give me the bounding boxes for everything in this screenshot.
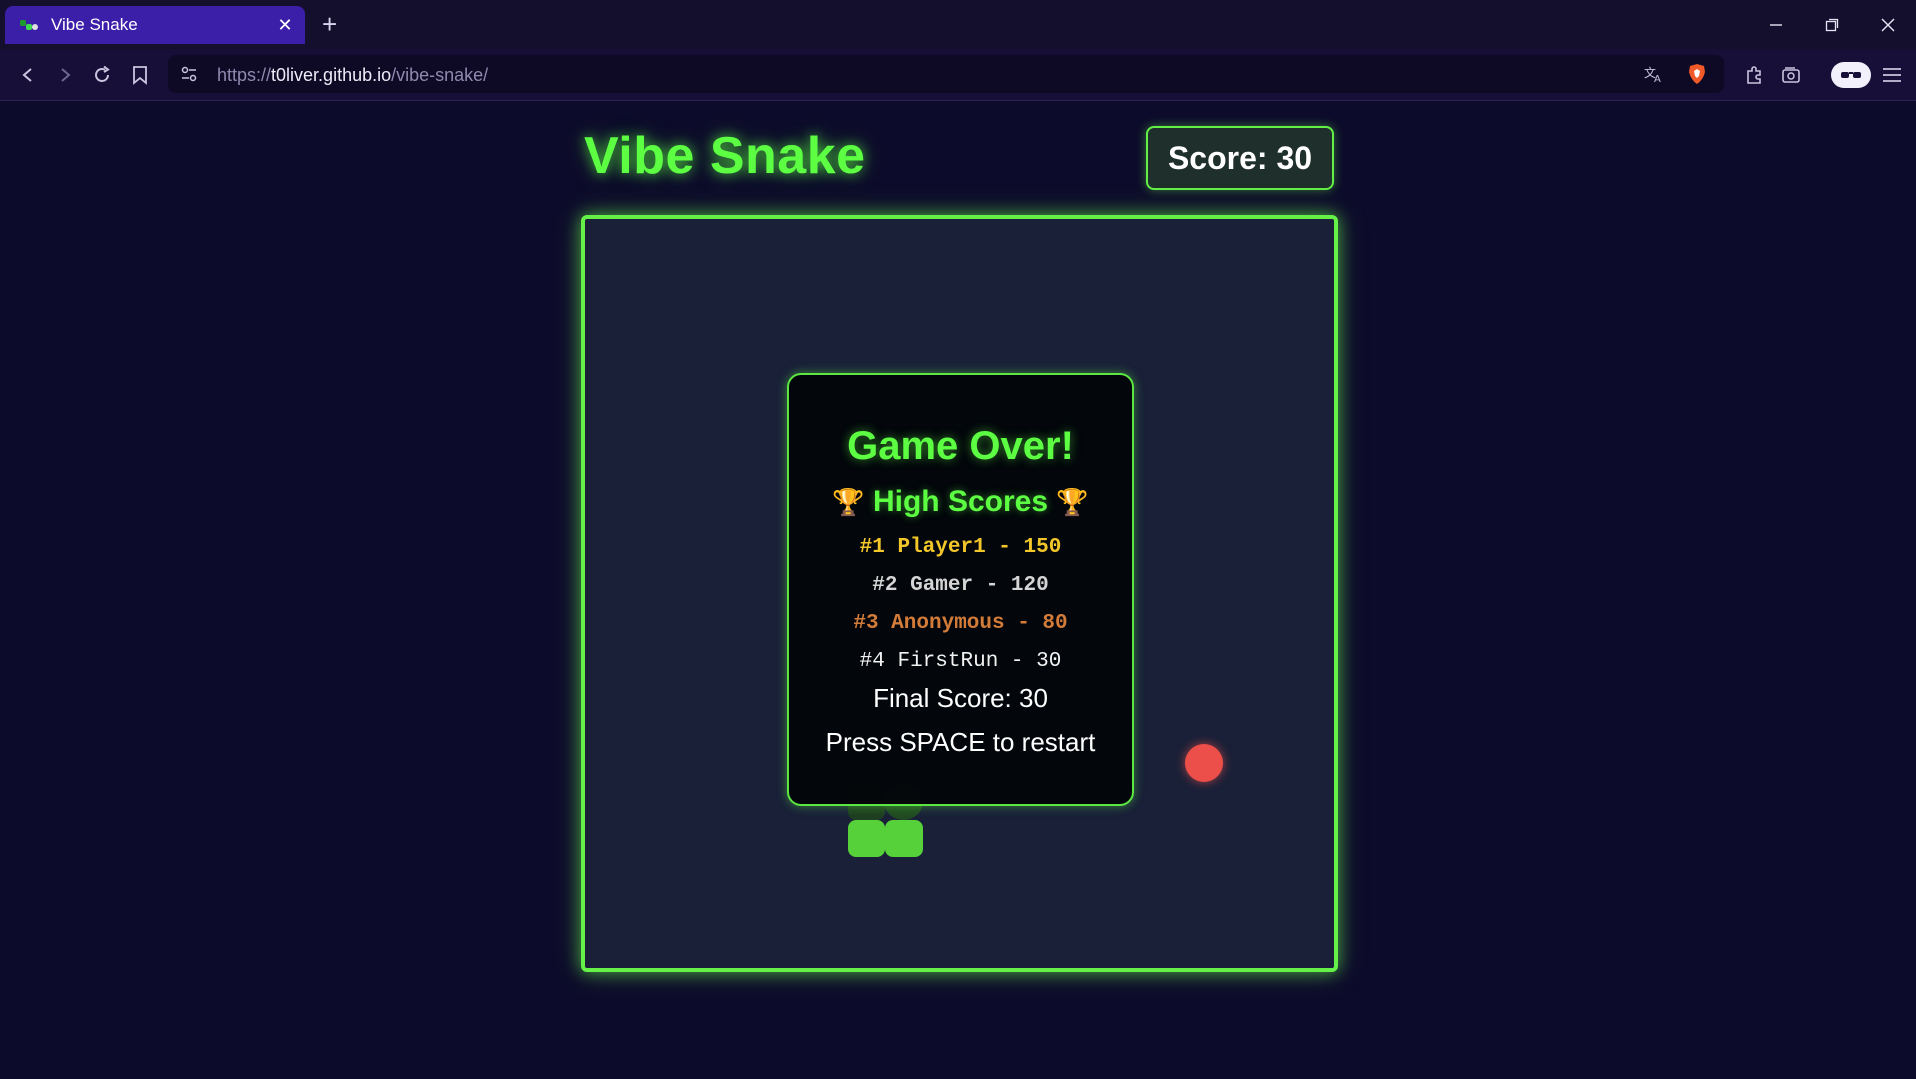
snake-segment (848, 820, 885, 857)
restart-hint: Press SPACE to restart (825, 727, 1096, 757)
high-score-entry: #4 FirstRun - 30 (859, 650, 1062, 673)
tab-title: Vibe Snake (51, 15, 138, 34)
food-apple (1185, 744, 1223, 782)
tab-vibe-snake[interactable]: Vibe Snake ✕ (5, 6, 305, 44)
url-scheme: https:// (217, 65, 272, 85)
browser-toolbar: https://t0liver.github.io/vibe-snake/ 文A (0, 49, 1916, 101)
game-over-dialog: Game Over! 🏆 High Scores 🏆 #1 Player1 - … (787, 373, 1134, 806)
reload-icon[interactable] (88, 61, 116, 89)
high-score-entry: #1 Player1 - 150 (859, 536, 1062, 559)
trophy-icon: 🏆 (832, 487, 865, 517)
site-settings-icon[interactable] (175, 60, 203, 88)
brave-shields-icon[interactable] (1683, 60, 1711, 88)
high-score-entry: #2 Gamer - 120 (872, 574, 1049, 597)
extensions-icon[interactable] (1740, 61, 1768, 89)
address-bar[interactable]: https://t0liver.github.io/vibe-snake/ 文A (168, 55, 1724, 93)
close-window-icon[interactable] (1860, 0, 1916, 49)
bookmark-icon[interactable] (126, 61, 154, 89)
new-tab-button[interactable]: + (322, 10, 337, 38)
high-score-entry: #3 Anonymous - 80 (853, 612, 1068, 635)
url-path: /vibe-snake/ (391, 65, 489, 85)
snake-segment (885, 820, 923, 857)
wallet-icon[interactable] (1777, 61, 1805, 89)
menu-icon[interactable] (1878, 61, 1906, 89)
restore-icon[interactable] (1804, 0, 1860, 49)
game-title: Vibe Snake (584, 127, 866, 185)
game-over-title: Game Over! (847, 424, 1074, 468)
tab-bar: Vibe Snake ✕ + (0, 0, 1916, 49)
forward-icon[interactable] (51, 61, 79, 89)
url-host: t0liver.github.io (271, 65, 392, 85)
score-display: Score: 30 (1146, 126, 1334, 190)
high-scores-heading: 🏆 High Scores 🏆 (789, 485, 1132, 519)
svg-text:A: A (1654, 74, 1661, 83)
snake-favicon-icon (19, 15, 39, 35)
trophy-icon: 🏆 (1056, 487, 1089, 517)
high-scores-title: High Scores (872, 485, 1049, 518)
url-text: https://t0liver.github.io/vibe-snake/ (217, 65, 488, 86)
translate-icon[interactable]: 文A (1640, 60, 1668, 88)
minimize-icon[interactable] (1748, 0, 1804, 49)
leo-ai-icon[interactable] (1831, 62, 1871, 88)
tab-close-icon[interactable]: ✕ (271, 15, 299, 36)
high-scores-list: #1 Player1 - 150 #2 Gamer - 120 #3 Anony… (789, 529, 1132, 681)
final-score: Final Score: 30 (873, 683, 1048, 713)
back-icon[interactable] (14, 61, 42, 89)
